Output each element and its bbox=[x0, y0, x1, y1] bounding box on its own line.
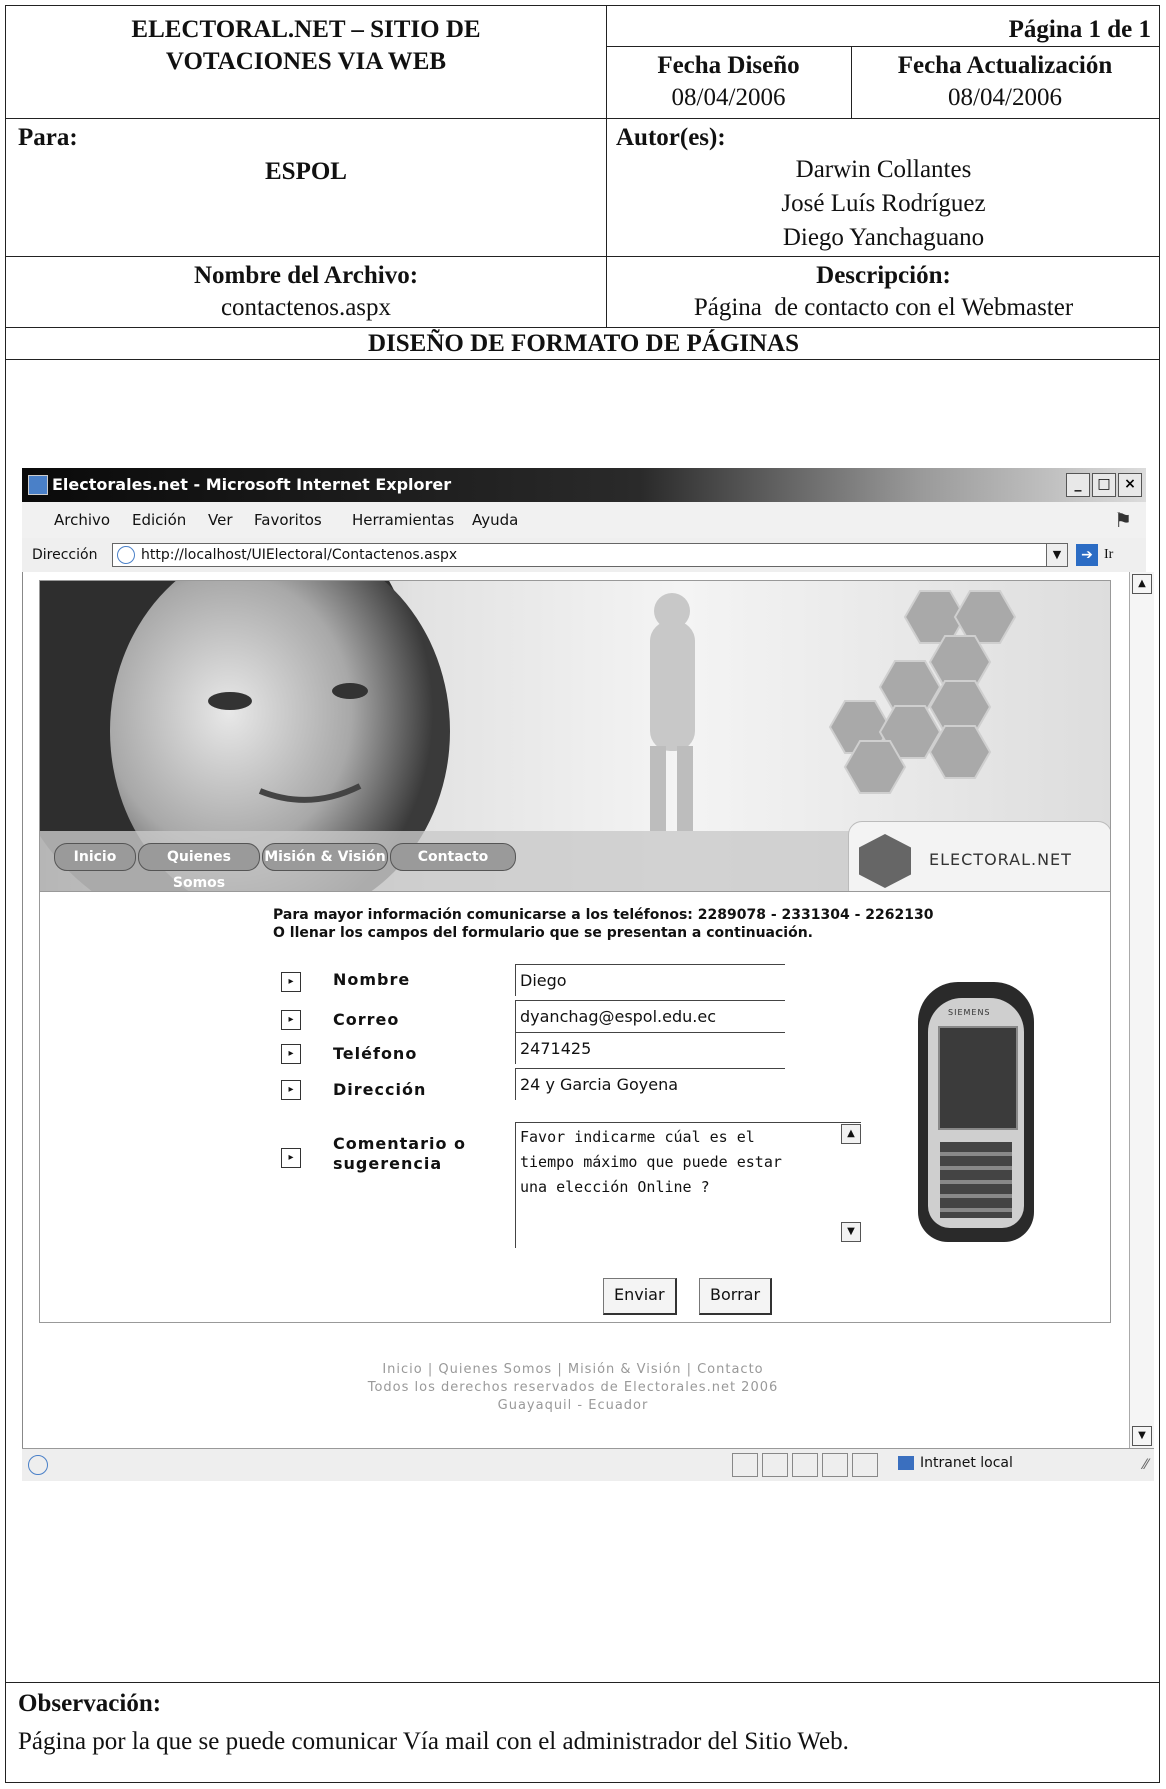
name-input[interactable]: Diego bbox=[515, 964, 785, 996]
logo-text: ELECTORAL.NET bbox=[929, 850, 1072, 869]
site-banner: Inicio Quienes Somos Misión & Visión Con… bbox=[39, 580, 1111, 892]
info-line-2: O llenar los campos del formulario que s… bbox=[273, 925, 813, 941]
phone-brand: SIEMENS bbox=[948, 1008, 991, 1017]
bullet-icon: ▸ bbox=[281, 1010, 301, 1030]
browser-titlebar: Electorales.net - Microsoft Internet Exp… bbox=[22, 468, 1146, 502]
mobile-phone-image: SIEMENS bbox=[918, 982, 1034, 1242]
hexagon-logo-icon bbox=[859, 834, 911, 888]
for-label: Para: bbox=[18, 124, 78, 151]
filename-label: Nombre del Archivo: bbox=[193, 262, 419, 289]
scroll-up-icon[interactable]: ▲ bbox=[1132, 574, 1152, 594]
scroll-down-icon[interactable]: ▼ bbox=[1132, 1426, 1152, 1446]
address-value: http://localhost/UIElectoral/Contactenos… bbox=[141, 547, 458, 563]
page-scrollbar[interactable]: ▲ ▼ bbox=[1129, 572, 1154, 1448]
menu-ver[interactable]: Ver bbox=[208, 511, 233, 529]
email-label: Correo bbox=[333, 1010, 400, 1029]
page-viewport: Inicio Quienes Somos Misión & Visión Con… bbox=[22, 572, 1147, 1448]
nav-inicio[interactable]: Inicio bbox=[54, 843, 136, 871]
update-date-label: Fecha Actualización bbox=[897, 52, 1113, 79]
row-divider bbox=[6, 1682, 1159, 1683]
page-number: Página 1 de 1 bbox=[1008, 16, 1151, 43]
row-divider bbox=[6, 256, 1159, 257]
menu-archivo[interactable]: Archivo bbox=[54, 511, 110, 529]
bullet-icon: ▸ bbox=[281, 1148, 301, 1168]
description-label: Descripción: bbox=[816, 262, 951, 289]
for-value: ESPOL bbox=[265, 158, 347, 185]
phone-input[interactable]: 2471425 bbox=[515, 1032, 785, 1064]
menu-ayuda[interactable]: Ayuda bbox=[472, 511, 518, 529]
menu-herramientas[interactable]: Herramientas bbox=[352, 511, 454, 529]
description: Página de contacto con el Webmaster bbox=[693, 294, 1074, 321]
scroll-down-icon[interactable]: ▼ bbox=[841, 1222, 861, 1242]
close-icon[interactable]: × bbox=[1118, 473, 1142, 497]
minimize-icon[interactable]: _ bbox=[1066, 473, 1090, 497]
comment-label-line-1: Comentario o bbox=[333, 1134, 467, 1153]
clear-button[interactable]: Borrar bbox=[699, 1278, 773, 1315]
page-status-icon bbox=[28, 1455, 48, 1475]
observation-text: Página por la que se puede comunicar Vía… bbox=[18, 1728, 849, 1755]
chevron-down-icon[interactable]: ▼ bbox=[1046, 544, 1067, 566]
windows-flag-icon: ⚑ bbox=[1114, 508, 1132, 532]
menu-favoritos[interactable]: Favoritos bbox=[254, 511, 322, 529]
ie-icon bbox=[28, 475, 48, 495]
go-arrow-icon[interactable]: ➔ bbox=[1076, 544, 1098, 566]
page-icon bbox=[117, 546, 135, 564]
update-date: 08/04/2006 bbox=[948, 84, 1062, 111]
go-label[interactable]: Ir bbox=[1104, 547, 1113, 563]
doc-title-line1: ELECTORAL.NET – SITIO DE bbox=[131, 16, 481, 43]
design-date: 08/04/2006 bbox=[671, 84, 786, 111]
bullet-icon: ▸ bbox=[281, 1080, 301, 1100]
nav-quienes-somos[interactable]: Quienes Somos bbox=[138, 843, 260, 891]
bullet-icon: ▸ bbox=[281, 1044, 301, 1064]
author-3: Diego Yanchaguano bbox=[782, 224, 985, 251]
resize-grip-icon[interactable]: ⁄⁄ bbox=[1143, 1457, 1148, 1473]
row-divider bbox=[6, 118, 1159, 119]
nav-mision-vision[interactable]: Misión & Visión bbox=[262, 843, 388, 871]
menu-edicion[interactable]: Edición bbox=[132, 511, 186, 529]
address-input[interactable]: http://localhost/UIElectoral/Contactenos… bbox=[112, 543, 1068, 567]
electoral-logo: ELECTORAL.NET bbox=[848, 821, 1110, 891]
address-field-input[interactable]: 24 y Garcia Goyena bbox=[515, 1068, 785, 1100]
section-title: DISEÑO DE FORMATO DE PÁGINAS bbox=[367, 330, 800, 357]
row-divider bbox=[606, 46, 1159, 47]
doc-title-line2: VOTACIONES VIA WEB bbox=[165, 48, 447, 75]
comment-label-line-2: sugerencia bbox=[333, 1154, 443, 1173]
footer-rights: Todos los derechos reservados de Elector… bbox=[367, 1380, 779, 1395]
info-text: Para mayor información comunicarse a los… bbox=[273, 906, 933, 942]
nav-contacto[interactable]: Contacto bbox=[390, 843, 516, 871]
bullet-icon: ▸ bbox=[281, 972, 301, 992]
address-field-label: Dirección bbox=[333, 1080, 427, 1099]
footer-links[interactable]: Inicio | Quienes Somos | Misión & Visión… bbox=[23, 1362, 1123, 1377]
address-label: Dirección bbox=[32, 547, 98, 563]
author-1: Darwin Collantes bbox=[795, 156, 972, 183]
email-input[interactable]: dyanchag@espol.edu.ec bbox=[515, 1000, 785, 1032]
phone-label: Teléfono bbox=[333, 1044, 418, 1063]
comment-textarea[interactable]: Favor indicarme cúal es el tiempo máximo… bbox=[515, 1122, 861, 1248]
browser-title: Electorales.net - Microsoft Internet Exp… bbox=[52, 475, 452, 494]
info-line-1: Para mayor información comunicarse a los… bbox=[273, 907, 934, 923]
send-button[interactable]: Enviar bbox=[603, 1278, 677, 1315]
design-date-label: Fecha Diseño bbox=[657, 52, 800, 79]
filename: contactenos.aspx bbox=[220, 294, 392, 321]
authors-label: Autor(es): bbox=[616, 124, 726, 151]
intranet-icon bbox=[898, 1456, 914, 1470]
name-label: Nombre bbox=[333, 970, 411, 989]
observation-label: Observación: bbox=[18, 1690, 162, 1717]
scroll-up-icon[interactable]: ▲ bbox=[841, 1124, 861, 1144]
comment-label: Comentario o sugerencia bbox=[333, 1134, 466, 1174]
maximize-icon[interactable]: □ bbox=[1092, 473, 1116, 497]
address-bar: Dirección http://localhost/UIElectoral/C… bbox=[22, 538, 1146, 573]
author-2: José Luís Rodríguez bbox=[781, 190, 986, 217]
menu-bar: Archivo Edición Ver Favoritos Herramient… bbox=[22, 502, 1146, 539]
status-zone: Intranet local bbox=[920, 1455, 1013, 1471]
status-bar: Intranet local ⁄⁄ bbox=[22, 1448, 1154, 1481]
footer-city: Guayaquil - Ecuador bbox=[497, 1398, 649, 1413]
browser-window: Electorales.net - Microsoft Internet Exp… bbox=[22, 468, 1154, 1481]
